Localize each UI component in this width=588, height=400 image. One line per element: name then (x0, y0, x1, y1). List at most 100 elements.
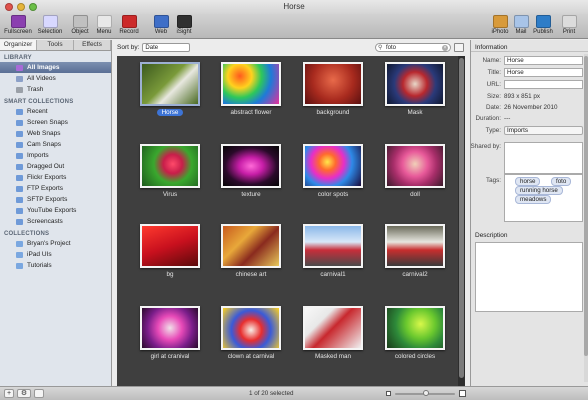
sidebar-item-screen-snaps[interactable]: Screen Snaps (0, 117, 111, 128)
image-thumbnail[interactable]: clown at carnival (212, 306, 290, 360)
image-thumbnail[interactable]: abstract flower (212, 62, 290, 116)
thumbnail-image[interactable] (221, 144, 281, 188)
zoom-window-button[interactable] (29, 3, 37, 11)
thumbnail-image[interactable] (140, 306, 200, 350)
sidebar-item-dragged-out[interactable]: Dragged Out (0, 161, 111, 172)
thumbnail-size-slider[interactable] (395, 390, 455, 396)
sidebar-item-label: Cam Snaps (27, 141, 61, 148)
shared-by-field[interactable] (504, 142, 583, 174)
print-toolbar-button[interactable]: Print (553, 15, 585, 35)
image-thumbnail[interactable]: color spots (294, 144, 372, 198)
image-thumbnail[interactable]: carnival1 (294, 224, 372, 278)
collection-icon (16, 262, 23, 269)
thumbnail-image[interactable] (303, 306, 363, 350)
sidebar-item-bryan-s-project[interactable]: Bryan's Project (0, 238, 111, 249)
tab-organizer[interactable]: Organizer (0, 40, 37, 50)
search-icon: ⚲ (378, 45, 383, 51)
collection-icon (16, 130, 23, 137)
fullscreen-toolbar-button[interactable]: Fullscreen (2, 15, 34, 35)
sidebar-item-youtube-exports[interactable]: YouTube Exports (0, 205, 111, 216)
object-icon (72, 15, 88, 28)
sidebar-item-all-images[interactable]: All Images (0, 62, 111, 73)
thumbnail-image[interactable] (221, 224, 281, 268)
add-collection-button[interactable]: + (4, 389, 14, 398)
sidebar-item-sftp-exports[interactable]: SFTP Exports (0, 194, 111, 205)
sidebar-toggle-button[interactable] (34, 389, 44, 398)
thumbnail-image[interactable] (140, 62, 200, 106)
image-thumbnail[interactable]: doll (376, 144, 454, 198)
thumbnail-caption: girl at cranival (131, 353, 209, 360)
thumbnail-image[interactable] (385, 62, 445, 106)
tag-token[interactable]: foto (551, 177, 572, 186)
sidebar-item-imports[interactable]: Imports (0, 150, 111, 161)
image-thumbnail[interactable]: chinese art (212, 224, 290, 278)
thumbnail-image[interactable] (385, 306, 445, 350)
thumbnail-image[interactable] (140, 224, 200, 268)
sidebar-list: LIBRARY All Images All Videos Trash SMART CO… (0, 51, 111, 271)
grid-scrollbar[interactable] (458, 56, 465, 386)
sidebar-item-recent[interactable]: Recent (0, 106, 111, 117)
sidebar-item-tutorials[interactable]: Tutorials (0, 260, 111, 271)
tab-effects[interactable]: Effects (74, 40, 111, 50)
record-toolbar-button[interactable]: Record (113, 15, 145, 35)
type-select[interactable]: Imports (504, 126, 583, 135)
tags-field[interactable]: horse foto running horse meadows (504, 174, 583, 222)
sort-select[interactable]: Date (142, 42, 191, 52)
slider-knob[interactable] (423, 390, 429, 396)
description-label: Description (475, 232, 508, 239)
sidebar-item-label: Tutorials (27, 262, 52, 269)
image-thumbnail[interactable]: Mask (376, 62, 454, 116)
thumbnail-caption: carnival2 (376, 271, 454, 278)
sidebar-item-screencasts[interactable]: Screencasts (0, 216, 111, 227)
thumbnail-image[interactable] (221, 62, 281, 106)
image-grid[interactable]: Horse abstract flower background Mask Virus t… (117, 56, 458, 386)
search-input[interactable]: ⚲ foto × (375, 43, 451, 52)
thumbnail-image[interactable] (221, 306, 281, 350)
description-field[interactable] (475, 242, 583, 312)
title-field[interactable]: Horse (504, 68, 583, 77)
thumbnail-image[interactable] (303, 144, 363, 188)
tag-token[interactable]: meadows (515, 195, 552, 204)
thumbnail-image[interactable] (303, 224, 363, 268)
clear-search-icon[interactable]: × (442, 45, 448, 51)
selection-toolbar-button[interactable]: Selection (34, 15, 66, 35)
info-scrollbar[interactable] (584, 54, 588, 382)
isight-toolbar-button[interactable]: iSight (168, 15, 200, 35)
image-thumbnail[interactable]: background (294, 62, 372, 116)
thumbnail-image[interactable] (140, 144, 200, 188)
thumbnail-image[interactable] (385, 144, 445, 188)
image-thumbnail[interactable]: bg (131, 224, 209, 278)
action-gear-button[interactable]: ⚙ (17, 389, 31, 398)
minimize-window-button[interactable] (17, 3, 25, 11)
sidebar-item-trash[interactable]: Trash (0, 84, 111, 95)
image-thumbnail[interactable]: Masked man (294, 306, 372, 360)
url-field[interactable] (504, 80, 583, 89)
caption-text: texture (241, 191, 261, 198)
image-thumbnail[interactable]: Horse (131, 62, 209, 116)
sidebar-item-ftp-exports[interactable]: FTP Exports (0, 183, 111, 194)
image-thumbnail[interactable]: texture (212, 144, 290, 198)
sidebar-item-label: All Images (27, 64, 60, 71)
sidebar-item-cam-snaps[interactable]: Cam Snaps (0, 139, 111, 150)
sidebar-item-all-videos[interactable]: All Videos (0, 73, 111, 84)
thumbnail-image[interactable] (303, 62, 363, 106)
tab-tools[interactable]: Tools (37, 40, 74, 50)
sidebar-item-flickr-exports[interactable]: Flickr Exports (0, 172, 111, 183)
tag-token[interactable]: horse (515, 177, 541, 186)
tag-token[interactable]: running horse (515, 186, 563, 195)
info-scrollbar-thumb[interactable] (584, 56, 588, 356)
image-thumbnail[interactable]: Virus (131, 144, 209, 198)
image-thumbnail[interactable]: carnival2 (376, 224, 454, 278)
title-row: Title: Horse (471, 68, 588, 78)
collection-icon (16, 141, 23, 148)
sidebar-item-web-snaps[interactable]: Web Snaps (0, 128, 111, 139)
title-bar: Horse (0, 0, 588, 14)
name-field[interactable]: Horse (504, 56, 583, 65)
image-thumbnail[interactable]: girl at cranival (131, 306, 209, 360)
close-window-button[interactable] (5, 3, 13, 11)
sidebar-item-ipad-uis[interactable]: iPad UIs (0, 249, 111, 260)
grid-scrollbar-thumb[interactable] (459, 58, 464, 378)
view-toggle-button[interactable] (454, 43, 464, 52)
thumbnail-image[interactable] (385, 224, 445, 268)
image-thumbnail[interactable]: colored circles (376, 306, 454, 360)
